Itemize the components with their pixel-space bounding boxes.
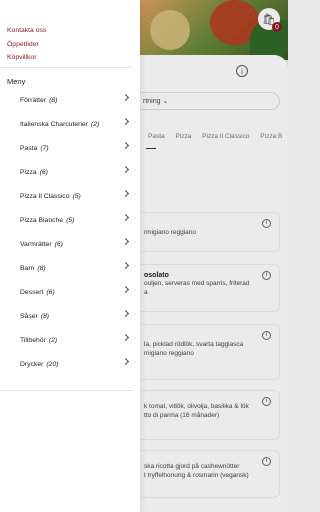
category-count: (20) <box>46 360 59 368</box>
category-count: (2) <box>48 336 58 344</box>
category-item[interactable]: Pasta (7) <box>0 136 140 160</box>
chevron-right-icon <box>121 237 130 246</box>
category-item[interactable]: Barn (8) <box>0 256 140 280</box>
category-label: Barn <box>20 264 35 272</box>
chevron-right-icon <box>121 93 130 102</box>
category-item[interactable]: Pizza Bianche (5) <box>0 208 140 232</box>
category-item[interactable]: Tillbehör (2) <box>0 328 140 352</box>
category-item[interactable]: Såser (8) <box>0 304 140 328</box>
category-count: (8) <box>40 312 50 320</box>
category-label: Pizza Bianche <box>20 216 64 224</box>
category-count: (6) <box>54 240 63 248</box>
chevron-right-icon <box>121 261 130 270</box>
category-item[interactable]: Pizza (6) <box>0 160 140 184</box>
chevron-right-icon <box>121 285 130 294</box>
category-label: Italienska Charcuterier <box>20 120 88 128</box>
category-item[interactable]: Drycker (20) <box>0 352 140 376</box>
category-label: Tillbehör <box>20 336 46 344</box>
category-count: (8) <box>37 264 46 272</box>
category-label: Förrätter <box>20 96 47 104</box>
chevron-right-icon <box>121 333 130 342</box>
chevron-right-icon <box>121 213 130 222</box>
category-count: (5) <box>66 216 75 224</box>
category-count: (6) <box>46 288 55 296</box>
chevron-right-icon <box>121 141 130 150</box>
chevron-right-icon <box>121 165 130 174</box>
category-count: (8) <box>49 96 58 104</box>
opening-hours-link[interactable]: Öppettider <box>7 38 140 52</box>
contact-link[interactable]: Kontakta oss <box>7 24 140 38</box>
chevron-right-icon <box>121 117 130 126</box>
category-list: Förrätter (8) Italienska Charcuterier (2) Pa… <box>0 88 140 376</box>
side-drawer: Kontakta oss Öppettider Köpvillkor Meny … <box>0 0 140 512</box>
category-label: Varmrätter <box>20 240 52 248</box>
category-item[interactable]: Italienska Charcuterier (2) <box>0 112 140 136</box>
menu-heading: Meny <box>7 77 26 86</box>
chevron-right-icon <box>121 309 130 318</box>
divider <box>0 67 132 68</box>
category-label: Pasta <box>20 144 38 152</box>
drawer-scrim[interactable] <box>140 0 288 512</box>
category-count: (7) <box>40 144 49 152</box>
category-item[interactable]: Pizza Il Classico (5) <box>0 184 140 208</box>
drawer-info-links: Kontakta oss Öppettider Köpvillkor <box>0 0 140 65</box>
category-label: Såser <box>20 312 38 320</box>
chevron-right-icon <box>121 357 130 366</box>
chevron-right-icon <box>121 189 130 198</box>
category-count: (5) <box>72 192 81 200</box>
category-count: (6) <box>39 168 48 176</box>
category-count: (2) <box>91 120 100 128</box>
category-item[interactable]: Dessert (6) <box>0 280 140 304</box>
divider <box>0 390 132 391</box>
category-label: Drycker <box>20 360 44 368</box>
category-item[interactable]: Förrätter (8) <box>0 88 140 112</box>
category-label: Pizza <box>20 168 37 176</box>
category-label: Pizza Il Classico <box>20 192 70 200</box>
terms-link[interactable]: Köpvillkor <box>7 51 140 65</box>
category-item[interactable]: Varmrätter (6) <box>0 232 140 256</box>
category-label: Dessert <box>20 288 44 296</box>
